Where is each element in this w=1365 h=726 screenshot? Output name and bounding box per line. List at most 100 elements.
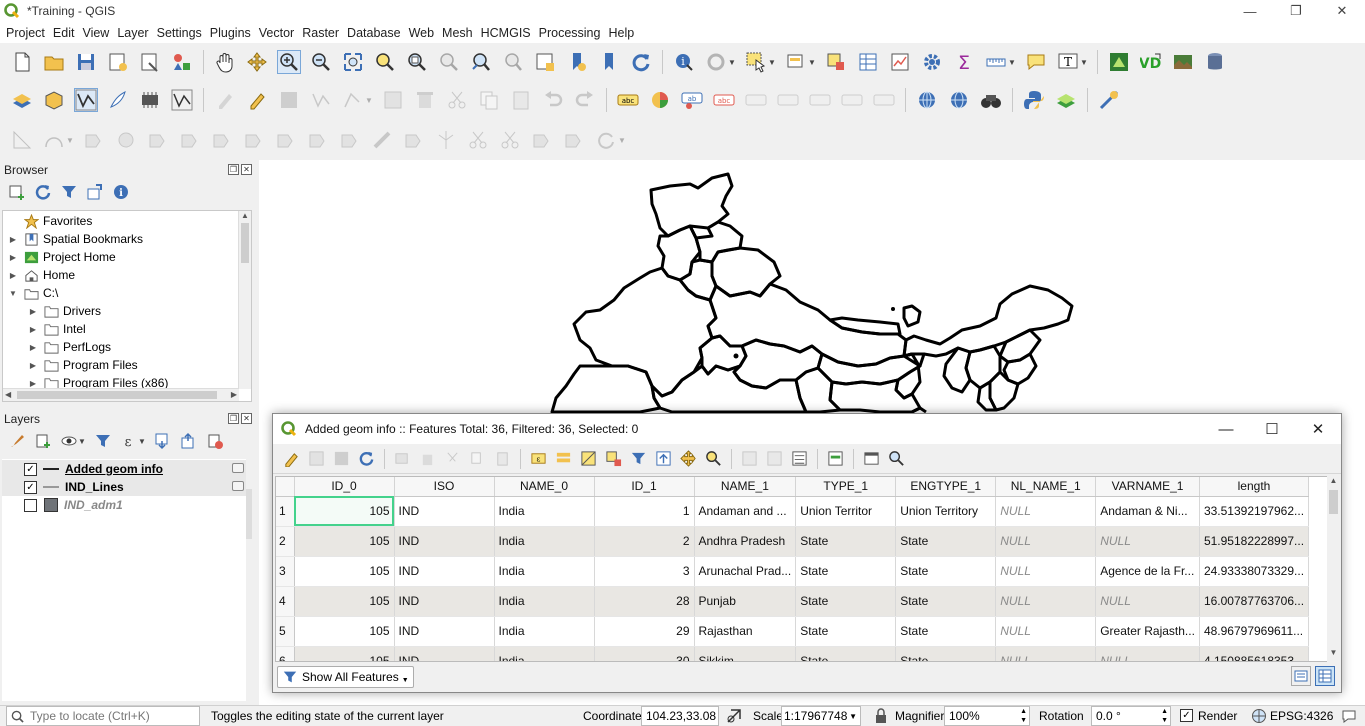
filter-by-expression-icon[interactable]: ε <box>119 431 139 451</box>
toggle-editing-mode-icon[interactable] <box>282 449 302 469</box>
table-cell[interactable]: NULL <box>995 646 1097 661</box>
properties-info-icon[interactable]: i <box>111 182 131 202</box>
menu-plugins[interactable]: Plugins <box>206 26 255 40</box>
table-cell[interactable]: 28 <box>594 586 695 617</box>
table-cell[interactable]: India <box>494 646 595 661</box>
menu-mesh[interactable]: Mesh <box>438 26 477 40</box>
new-geopackage-layer-icon[interactable] <box>42 88 66 112</box>
sum-icon[interactable]: Σ <box>952 50 976 74</box>
pin-labels-icon[interactable]: ab <box>680 88 704 112</box>
table-cell[interactable]: 24.93338073329... <box>1199 556 1310 587</box>
table-row[interactable]: 6 105 IND India 30 Sikkim State State NULL NULL 4.… <box>276 646 1310 661</box>
digitizer-plugin-icon[interactable] <box>1107 50 1131 74</box>
column-header-length[interactable]: length <box>1199 477 1310 497</box>
table-cell[interactable]: 4.150885618353... <box>1199 646 1310 661</box>
table-cell[interactable]: India <box>494 616 595 647</box>
table-cell[interactable]: NULL <box>1095 586 1200 617</box>
new-shapefile-layer-icon[interactable] <box>74 88 98 112</box>
statistical-summary-icon[interactable] <box>888 50 912 74</box>
open-attribute-table-icon[interactable] <box>856 50 880 74</box>
collapse-layers-icon[interactable] <box>179 431 199 451</box>
table-cell[interactable]: 30 <box>594 646 695 661</box>
table-cell[interactable]: State <box>795 646 897 661</box>
browser-item-home[interactable]: ▶ Home <box>3 266 251 284</box>
new-map-view-icon[interactable] <box>533 50 557 74</box>
field-calculator-icon[interactable] <box>790 449 810 469</box>
refresh-icon[interactable] <box>629 50 653 74</box>
table-cell[interactable]: Union Territory <box>895 496 997 527</box>
table-cell[interactable]: State <box>895 526 997 557</box>
table-cell[interactable]: IND <box>394 646 495 661</box>
table-cell[interactable]: 3 <box>594 556 695 587</box>
vd-plugin-icon[interactable]: VD <box>1139 50 1163 74</box>
expand-arrow-icon[interactable]: ▶ <box>27 343 39 352</box>
move-selection-to-top-icon[interactable] <box>654 449 674 469</box>
corner-header[interactable] <box>276 477 295 497</box>
table-scrollbar[interactable]: ▲ ▼ <box>1327 476 1340 662</box>
form-view-button[interactable] <box>1291 666 1311 686</box>
menu-project[interactable]: Project <box>2 26 49 40</box>
dialog-minimize-button[interactable]: — <box>1203 414 1249 444</box>
table-cell[interactable]: India <box>494 526 595 557</box>
restore-button[interactable]: ❐ <box>1273 0 1319 22</box>
menu-raster[interactable]: Raster <box>298 26 343 40</box>
map-tips-icon[interactable] <box>1024 50 1048 74</box>
float-layers-button[interactable]: ❐ <box>228 413 239 424</box>
expand-arrow-icon[interactable]: ▶ <box>27 361 39 370</box>
menu-processing[interactable]: Processing <box>535 26 605 40</box>
browser-item-perflogs[interactable]: ▶ PerfLogs <box>3 338 251 356</box>
select-all-icon[interactable] <box>554 449 574 469</box>
data-source-manager-icon[interactable] <box>10 88 34 112</box>
table-cell[interactable]: Andaman and ... <box>694 496 797 527</box>
close-button[interactable]: ✕ <box>1319 0 1365 22</box>
filter-select-icon[interactable] <box>629 449 649 469</box>
browser-item-drivers[interactable]: ▶ Drivers <box>3 302 251 320</box>
browser-scrollbar[interactable]: ▲ <box>238 211 251 389</box>
zoom-to-layer-icon[interactable] <box>405 50 429 74</box>
style-manager-icon[interactable] <box>170 50 194 74</box>
invert-selection-icon[interactable] <box>579 449 599 469</box>
add-wfs-layer-icon[interactable] <box>947 88 971 112</box>
table-cell[interactable]: 105 <box>294 646 395 661</box>
filter-legend-icon[interactable] <box>93 431 113 451</box>
menu-hcmgis[interactable]: HCMGIS <box>477 26 535 40</box>
remove-layer-icon[interactable] <box>205 431 225 451</box>
locator-search-input[interactable]: Type to locate (Ctrl+K) <box>6 706 200 726</box>
deselect-all-icon[interactable] <box>824 50 848 74</box>
expand-arrow-icon[interactable]: ▶ <box>27 325 39 334</box>
expand-arrow-icon[interactable]: ▶ <box>27 379 39 388</box>
column-header-varname-1[interactable]: VARNAME_1 <box>1095 477 1200 497</box>
row-number[interactable]: 4 <box>276 586 295 617</box>
manage-map-themes-icon[interactable] <box>59 431 79 451</box>
table-cell[interactable]: State <box>795 526 897 557</box>
pan-map-to-selection-icon[interactable] <box>679 449 699 469</box>
show-hide-labels-icon[interactable]: abc <box>712 88 736 112</box>
menu-view[interactable]: View <box>78 26 113 40</box>
table-cell[interactable]: State <box>795 616 897 647</box>
table-cell[interactable]: State <box>895 556 997 587</box>
table-cell[interactable]: 105 <box>294 556 395 587</box>
table-row[interactable]: 3 105 IND India 3 Arunachal Prad... State State… <box>276 556 1310 587</box>
table-cell[interactable]: NULL <box>995 616 1097 647</box>
table-cell[interactable]: Punjab <box>694 586 797 617</box>
table-cell[interactable]: NULL <box>1095 526 1200 557</box>
table-cell[interactable]: State <box>895 616 997 647</box>
new-temporary-layer-icon[interactable] <box>170 88 194 112</box>
table-cell[interactable]: Greater Rajasth... <box>1095 616 1200 647</box>
row-number[interactable]: 3 <box>276 556 295 587</box>
georeferencer-icon[interactable] <box>1097 88 1121 112</box>
table-cell[interactable]: 29 <box>594 616 695 647</box>
table-cell[interactable]: IND <box>394 616 495 647</box>
table-cell[interactable]: NULL <box>995 496 1097 527</box>
table-cell[interactable]: IND <box>394 526 495 557</box>
filter-browser-icon[interactable] <box>59 182 79 202</box>
actions-table-icon[interactable] <box>887 449 907 469</box>
table-view-button[interactable] <box>1315 666 1335 686</box>
toggle-extents-icon[interactable] <box>726 708 742 724</box>
menu-vector[interactable]: Vector <box>255 26 298 40</box>
new-print-layout-icon[interactable] <box>106 50 130 74</box>
column-header-id-1[interactable]: ID_1 <box>594 477 695 497</box>
crs-label[interactable]: EPSG:4326 <box>1270 709 1333 723</box>
layers-scrollbar[interactable] <box>246 459 252 701</box>
browser-item-spatial-bookmarks[interactable]: ▶ Spatial Bookmarks <box>3 230 251 248</box>
